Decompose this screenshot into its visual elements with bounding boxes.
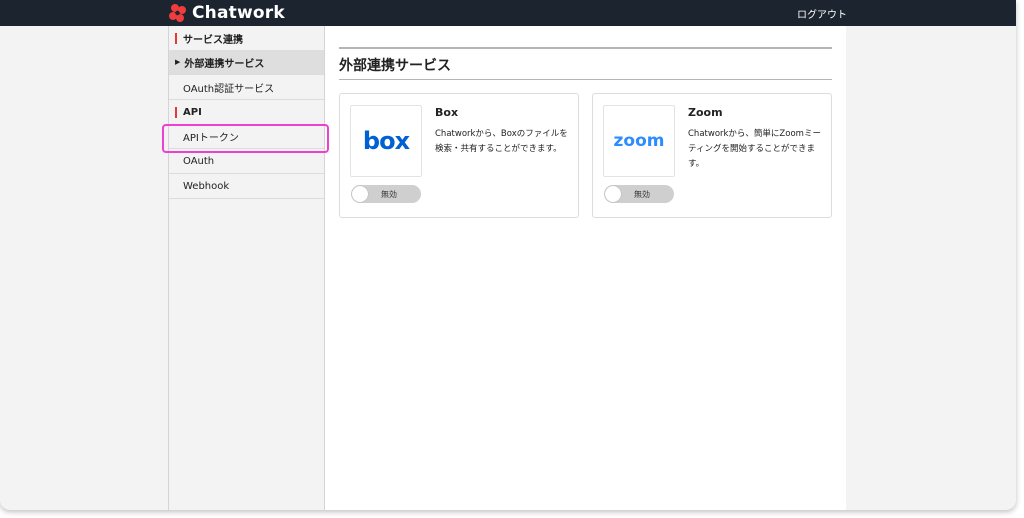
sidebar-item-label: 外部連携サービス <box>184 58 265 70</box>
main-content: 外部連携サービス box Box Chatworkから、Boxのファイルを検索・… <box>325 26 846 510</box>
sidebar-section-api: API <box>169 100 324 124</box>
sidebar-item-external-services[interactable]: ▶ 外部連携サービス <box>169 50 324 75</box>
sidebar-item-label: OAuth <box>183 155 215 167</box>
service-name: Zoom <box>688 106 723 119</box>
top-header: Chatwork ログアウト <box>0 0 1016 26</box>
box-logo-text: box <box>362 127 410 155</box>
chatwork-flower-icon <box>169 4 186 22</box>
toggle-status-label: 無効 <box>381 190 397 199</box>
sidebar-section-heading: サービス連携 <box>183 34 243 46</box>
caret-right-icon: ▶ <box>175 58 181 66</box>
toggle-status-label: 無効 <box>634 190 650 199</box>
sidebar-item-label: OAuth認証サービス <box>183 83 275 95</box>
page-header: 外部連携サービス <box>339 47 832 80</box>
service-name: Box <box>435 106 459 119</box>
app-window: Chatwork ログアウト サービス連携 ▶ 外部連携サービス OAuth認証… <box>0 0 1016 510</box>
zoom-enable-toggle[interactable]: 無効 <box>604 185 674 203</box>
brand-name: Chatwork <box>192 3 285 23</box>
box-logo: box <box>350 105 422 177</box>
logout-link[interactable]: ログアウト <box>797 6 847 21</box>
page-title: 外部連携サービス <box>339 58 451 74</box>
service-description: Chatworkから、Boxのファイルを検索・共有することができます。 <box>435 129 568 154</box>
section-marker <box>175 106 177 118</box>
toggle-knob <box>605 186 621 202</box>
chatwork-logo[interactable]: Chatwork <box>168 3 285 23</box>
sidebar-item-oauth-auth-services[interactable]: OAuth認証サービス <box>169 75 324 100</box>
toggle-knob <box>352 186 368 202</box>
zoom-logo-text: zoom <box>613 131 665 151</box>
service-card-box: box Box Chatworkから、Boxのファイルを検索・共有することができ… <box>339 93 579 218</box>
sidebar-section-service-integration: サービス連携 <box>169 26 324 50</box>
settings-sidebar: サービス連携 ▶ 外部連携サービス OAuth認証サービス API APIトーク… <box>168 26 325 510</box>
sidebar-item-webhook[interactable]: Webhook <box>169 174 324 199</box>
box-enable-toggle[interactable]: 無効 <box>351 185 421 203</box>
divider <box>339 79 832 80</box>
service-card-list: box Box Chatworkから、Boxのファイルを検索・共有することができ… <box>339 93 832 218</box>
sidebar-section-heading: API <box>183 106 202 118</box>
service-card-zoom: zoom Zoom Chatworkから、簡単にZoomミーティングを開始するこ… <box>592 93 832 218</box>
service-description: Chatworkから、簡単にZoomミーティングを開始することができます。 <box>688 129 821 169</box>
highlight-outline <box>162 124 329 153</box>
zoom-logo: zoom <box>603 105 675 177</box>
sidebar-item-label: Webhook <box>183 180 230 192</box>
section-marker <box>175 32 177 44</box>
